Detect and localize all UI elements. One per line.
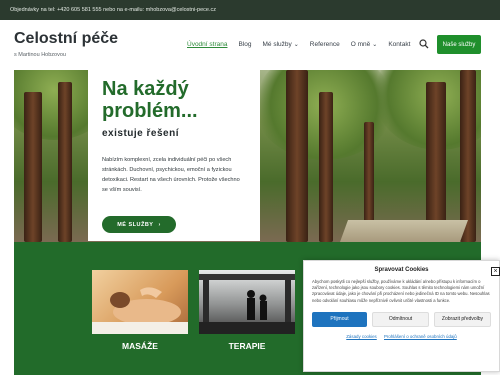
top-contact-bar: Objednávky na tel: +420 605 581 555 nebo… bbox=[0, 0, 500, 20]
search-icon[interactable] bbox=[419, 39, 429, 49]
service-massage-image[interactable] bbox=[92, 270, 188, 334]
cookie-buttons: Přijmout Odmítnout Zobrazit předvolby bbox=[312, 311, 491, 327]
service-therapy-image[interactable] bbox=[199, 270, 295, 334]
close-icon[interactable]: × bbox=[491, 267, 500, 276]
nav-item-references[interactable]: Reference bbox=[310, 41, 340, 48]
cookie-text: Abychom poskytli co nejlepší služby, pou… bbox=[312, 279, 490, 303]
hero-body: Nabízím komplexní, zcela individuální pé… bbox=[102, 157, 240, 193]
nav-item-about[interactable]: O mně ⌄ bbox=[351, 41, 378, 48]
brand[interactable]: Celostní péče s Martinou Hobzovou bbox=[14, 30, 118, 58]
site-header: Celostní péče s Martinou Hobzovou Úvodní… bbox=[0, 20, 500, 70]
cookie-title: Spravovat Cookies bbox=[374, 267, 429, 273]
my-services-button[interactable]: MÉ SLUŽBY › bbox=[102, 216, 176, 233]
privacy-statement-link[interactable]: Prohlášení o ochraně osobních údajů bbox=[384, 334, 457, 339]
cookie-preferences-button[interactable]: Zobrazit předvolby bbox=[434, 311, 491, 327]
site-subtitle: s Martinou Hobzovou bbox=[14, 52, 66, 58]
accept-cookies-button[interactable]: Přijmout bbox=[312, 311, 367, 327]
nav-item-home[interactable]: Úvodní strana bbox=[187, 41, 227, 48]
service-therapy-label[interactable]: TERAPIE bbox=[199, 341, 295, 351]
deny-cookies-button[interactable]: Odmítnout bbox=[372, 311, 429, 327]
chevron-down-icon: ⌄ bbox=[372, 42, 378, 48]
site-title[interactable]: Celostní péče bbox=[14, 30, 118, 48]
services-cta-button[interactable]: Naše služby bbox=[437, 35, 481, 54]
chevron-down-icon: ⌄ bbox=[293, 42, 299, 48]
hero-headline: Na každý problém... bbox=[102, 78, 198, 122]
hero-subheadline: existuje řešení bbox=[102, 128, 179, 139]
my-services-label: MÉ SLUŽBY bbox=[117, 221, 154, 228]
nav-item-services-label: Mé služby bbox=[262, 41, 292, 48]
main-nav: Úvodní strana Blog Mé služby ⌄ Reference … bbox=[187, 41, 410, 48]
service-massage-label[interactable]: MASÁŽE bbox=[92, 341, 188, 351]
nav-item-contact[interactable]: Kontakt bbox=[388, 41, 410, 48]
nav-item-services[interactable]: Mé služby ⌄ bbox=[262, 41, 298, 48]
nav-item-about-label: O mně bbox=[350, 41, 371, 48]
arrow-right-icon: › bbox=[158, 221, 161, 228]
cookie-consent-dialog: Spravovat Cookies × Abychom poskytli co … bbox=[303, 260, 500, 372]
hero-card: Na každý problém... existuje řešení Nabí… bbox=[88, 70, 260, 241]
cookie-policy-link[interactable]: Zásady cookies bbox=[346, 334, 377, 339]
cookie-links: Zásady cookies Prohlášení o ochraně osob… bbox=[312, 334, 491, 339]
nav-item-blog[interactable]: Blog bbox=[238, 41, 251, 48]
contact-text: Objednávky na tel: +420 605 581 555 nebo… bbox=[10, 7, 217, 13]
